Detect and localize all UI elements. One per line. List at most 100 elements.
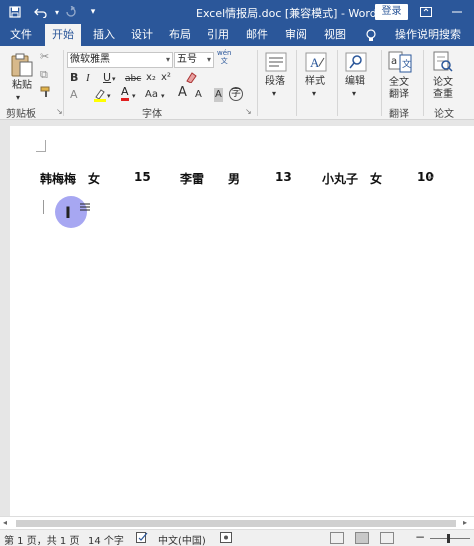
group-separator — [296, 50, 297, 116]
paragraph-button[interactable]: 段落 — [265, 76, 285, 88]
paste-button[interactable]: 粘贴 — [12, 80, 32, 92]
paste-icon[interactable] — [10, 52, 34, 81]
proofing-icon[interactable] — [136, 532, 148, 546]
text-cell[interactable]: 13 — [275, 170, 292, 184]
translate-icon[interactable]: a文 — [388, 51, 412, 76]
text-cell[interactable]: 小丸子 — [322, 170, 358, 187]
highlight-dropdown-icon[interactable]: ▾ — [107, 89, 111, 103]
text-cell[interactable]: 女 — [370, 170, 382, 187]
text-caret — [43, 200, 44, 214]
minimize-icon[interactable] — [448, 3, 466, 21]
font-group-label: 字体 — [142, 109, 162, 120]
language-indicator[interactable]: 中文(中国) — [158, 532, 206, 546]
horizontal-scrollbar[interactable]: ◂ ▸ — [0, 516, 474, 529]
tab-references[interactable]: 引用 — [201, 24, 235, 46]
page-count[interactable]: 第 1 页，共 1 页 — [4, 532, 79, 546]
translate-label-line1: 全文 — [389, 77, 409, 88]
title-bar: ▾ ▾ Excel情报局.doc [兼容模式] - Word 登录 — [0, 0, 474, 24]
paper-check-button[interactable]: 论文 查重 — [433, 77, 453, 101]
full-text-translate-button[interactable]: 全文 翻译 — [389, 77, 409, 101]
web-layout-icon[interactable] — [380, 532, 394, 544]
change-case-dropdown-icon[interactable]: ▾ — [161, 89, 165, 103]
styles-icon[interactable]: A — [305, 52, 327, 75]
tab-design[interactable]: 设计 — [125, 24, 159, 46]
zoom-slider-knob[interactable] — [447, 534, 450, 543]
text-cell[interactable]: 韩梅梅 — [40, 170, 76, 187]
zoom-out-icon[interactable]: − — [415, 530, 425, 544]
change-case-button[interactable]: Aa — [145, 88, 158, 102]
superscript-button[interactable]: x² — [161, 71, 171, 85]
scroll-left-icon[interactable]: ◂ — [3, 518, 7, 527]
ribbon-home: 粘贴 ▾ ✂ ⧉ 剪贴板 ↘ 微软雅黑 ▾ 五号 ▾ wén 文 B I U ▾ ab… — [0, 46, 474, 120]
paragraph-icon[interactable] — [265, 52, 287, 75]
font-name-select[interactable]: 微软雅黑 ▾ — [67, 52, 173, 68]
subscript-button[interactable]: x₂ — [146, 71, 156, 85]
styles-dropdown-icon[interactable]: ▾ — [312, 88, 316, 100]
svg-text:a: a — [391, 56, 397, 67]
window-title: Excel情报局.doc [兼容模式] - Word — [196, 7, 377, 20]
customize-quick-access-icon[interactable]: ▾ — [84, 3, 102, 21]
tab-view[interactable]: 视图 — [318, 24, 352, 46]
text-cell[interactable]: 女 — [88, 170, 100, 187]
click-and-type-icon — [80, 203, 90, 216]
highlight-icon[interactable] — [93, 88, 107, 106]
word-count[interactable]: 14 个字 — [88, 532, 124, 546]
save-icon[interactable] — [6, 3, 24, 21]
font-color-dropdown-icon[interactable]: ▾ — [132, 89, 136, 103]
group-separator — [337, 50, 338, 116]
tell-me-search[interactable]: 操作说明搜索 — [384, 24, 472, 46]
lightbulb-icon[interactable] — [364, 24, 378, 46]
zoom-slider[interactable] — [430, 538, 470, 539]
font-launcher-icon[interactable]: ↘ — [245, 107, 252, 116]
character-shading-button[interactable]: A — [214, 88, 223, 102]
italic-button[interactable]: I — [86, 71, 90, 85]
copy-icon[interactable]: ⧉ — [40, 68, 48, 82]
font-size-value: 五号 — [177, 54, 197, 65]
font-color-button[interactable]: A — [121, 86, 129, 101]
tab-insert[interactable]: 插入 — [87, 24, 121, 46]
text-cell[interactable]: 男 — [228, 170, 240, 187]
grow-font-button[interactable]: A — [178, 86, 187, 100]
group-separator — [63, 50, 64, 116]
text-cell[interactable]: 15 — [134, 170, 151, 184]
paste-dropdown-icon[interactable]: ▾ — [16, 92, 20, 104]
tab-mailings[interactable]: 邮件 — [240, 24, 274, 46]
redo-icon[interactable] — [62, 3, 80, 21]
tab-file[interactable]: 文件 — [4, 24, 38, 46]
tab-home[interactable]: 开始 — [45, 24, 81, 46]
paper-check-icon[interactable] — [432, 51, 454, 76]
bold-button[interactable]: B — [70, 71, 78, 85]
macro-record-icon[interactable] — [220, 532, 232, 546]
tab-layout[interactable]: 布局 — [163, 24, 197, 46]
paragraph-dropdown-icon[interactable]: ▾ — [272, 88, 276, 100]
format-painter-icon[interactable] — [40, 86, 52, 102]
ribbon-display-options-icon[interactable] — [417, 3, 435, 21]
read-mode-icon[interactable] — [330, 532, 344, 544]
print-layout-icon[interactable] — [355, 532, 369, 544]
login-button[interactable]: 登录 — [375, 4, 408, 20]
paper-label-line2: 查重 — [433, 89, 453, 100]
clipboard-launcher-icon[interactable]: ↘ — [56, 107, 63, 116]
text-cell[interactable]: 李雷 — [180, 170, 204, 187]
phonetic-guide-icon[interactable]: wén 文 — [217, 49, 231, 65]
scroll-right-icon[interactable]: ▸ — [463, 518, 467, 527]
editing-button[interactable]: 编辑 — [345, 76, 365, 88]
strikethrough-button[interactable]: abc — [125, 72, 141, 86]
underline-dropdown-icon[interactable]: ▾ — [112, 72, 116, 86]
document-area[interactable]: 韩梅梅 女 15 李雷 男 13 小丸子 女 10 ↵ I — [0, 120, 474, 516]
paper-label-line1: 论文 — [433, 77, 453, 88]
clipboard-group-label: 剪贴板 — [6, 109, 36, 120]
editing-dropdown-icon[interactable]: ▾ — [352, 88, 356, 100]
font-size-select[interactable]: 五号 ▾ — [174, 52, 214, 68]
document-page[interactable]: 韩梅梅 女 15 李雷 男 13 小丸子 女 10 ↵ I — [10, 126, 474, 516]
underline-button[interactable]: U — [103, 71, 111, 85]
cut-icon[interactable]: ✂ — [40, 50, 49, 64]
styles-button[interactable]: 样式 — [305, 76, 325, 88]
tab-review[interactable]: 审阅 — [279, 24, 313, 46]
enclose-characters-button[interactable]: 字 — [229, 87, 243, 101]
text-effects-button[interactable]: A — [70, 88, 78, 102]
search-icon[interactable] — [345, 52, 367, 75]
shrink-font-button[interactable]: A — [195, 88, 202, 102]
scrollbar-thumb[interactable] — [16, 520, 456, 527]
margin-corner-mark — [36, 140, 46, 152]
